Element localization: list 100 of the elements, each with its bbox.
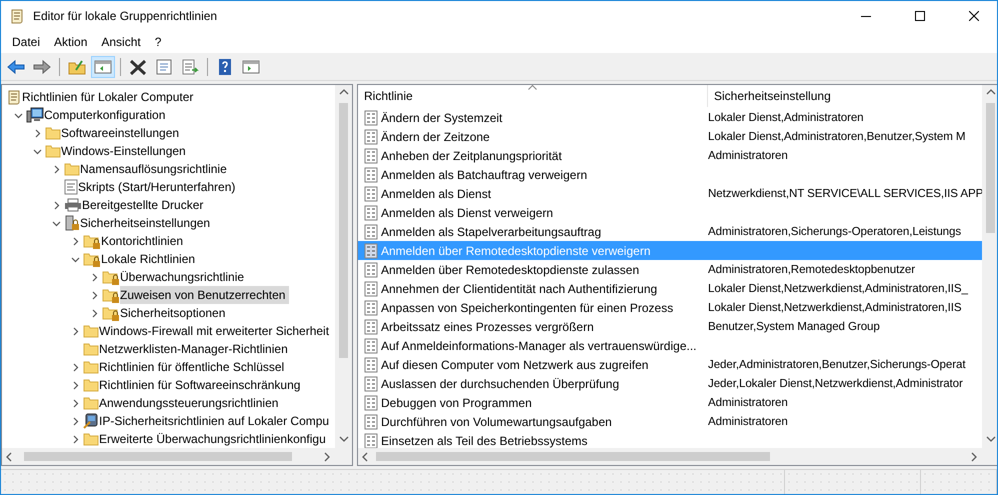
policy-row[interactable]: Anmelden über Remotedesktopdienste zulassen Administratoren,Remotedesktopbenutzer (358, 260, 982, 279)
chevron-down-icon[interactable] (70, 254, 80, 264)
table-cell-text: Administratoren (708, 396, 789, 409)
delete-icon (129, 58, 147, 76)
policy-row[interactable]: Anmelden als Stapelverarbeitungsauftrag Administratoren,Sicherungs-Operatoren,Leistungs (358, 222, 982, 241)
policy-row[interactable]: Auf Anmeldeinformations-Manager als vertrauenswürdige... (358, 336, 982, 355)
maximize-icon (915, 11, 925, 21)
policy-row[interactable]: Auslassen der durchsuchenden Überprüfung Jeder,Lokaler Dienst,Netzwerkdienst,Administrator (358, 374, 982, 393)
tree-item[interactable]: IP-Sicherheitsrichtlinien auf Lokaler Compu (99, 412, 334, 430)
chevron-down-icon[interactable] (14, 110, 22, 120)
policy-row[interactable]: Durchführen von Volumewartungsaufgaben Administratoren (358, 412, 982, 431)
tree-item[interactable]: Überwachungsrichtlinie (120, 268, 248, 286)
scroll-icon (6, 89, 22, 105)
table-cell: Auf diesen Computer vom Netzwerk aus zugreifen (381, 358, 648, 372)
tree-item[interactable]: Richtlinien für Softwareeinschränkung (99, 376, 304, 394)
forward-arrow-icon (33, 58, 51, 76)
tree-item[interactable]: Zuweisen von Benutzerrechten (120, 286, 290, 304)
vertical-scrollbar[interactable] (335, 85, 352, 448)
chevron-right-icon[interactable] (32, 128, 42, 138)
tree-item[interactable]: Sicherheitseinstellungen (80, 214, 214, 232)
policy-row[interactable]: Ändern der Systemzeit Lokaler Dienst,Administratoren (358, 108, 982, 127)
horizontal-scrollbar[interactable] (358, 448, 982, 465)
table-cell: Anpassen von Speicherkontingenten für einen Prozess (381, 300, 674, 314)
chevron-right-icon[interactable] (90, 308, 98, 318)
policy-row[interactable]: Anheben der Zeitplanungspriorität Administratoren (358, 146, 982, 165)
chevron-right-icon[interactable] (90, 290, 98, 300)
table-cell-text: Lokaler Dienst,Netzwerkdienst,Administratoren,IIS (708, 301, 962, 314)
chevron-right-icon[interactable] (52, 200, 60, 210)
chevron-right-icon[interactable] (70, 434, 80, 444)
scrollbar-thumb[interactable] (24, 452, 292, 461)
tree-item[interactable]: Kontorichtlinien (101, 232, 188, 250)
tree-item[interactable]: Sicherheitsoptionen (120, 304, 230, 322)
table-cell: Anmelden über Remotedesktopdienste verweigern (381, 244, 650, 258)
policy-setting-icon (364, 204, 378, 220)
policy-row[interactable]: Annehmen der Clientidentität nach Authentifizierung Lokaler Dienst,Netzwerkdienst,Administratoren,IIS_ (358, 279, 982, 298)
network-security-icon (83, 413, 99, 429)
table-cell-text: Administratoren (708, 415, 789, 428)
chevron-right-icon[interactable] (70, 416, 80, 426)
tree-item[interactable]: Richtlinien für öffentliche Schlüssel (99, 358, 288, 376)
horizontal-scrollbar[interactable] (2, 448, 335, 465)
policy-row[interactable]: Arbeitssatz eines Prozesses vergrößern Benutzer,System Managed Group (358, 317, 982, 336)
scroll-right-icon[interactable] (969, 452, 979, 462)
vertical-scrollbar[interactable] (982, 85, 997, 448)
printer-icon (64, 198, 82, 212)
tree-item[interactable]: Netzwerklisten-Manager-Richtlinien (99, 340, 292, 358)
table-cell-text: Lokaler Dienst,Administratoren (708, 111, 865, 124)
close-icon (969, 11, 979, 21)
column-header[interactable]: Richtlinie (358, 85, 708, 107)
tree-item[interactable]: Lokale Richtlinien (101, 250, 200, 268)
policy-row[interactable]: Einsetzen als Teil des Betriebssystems (358, 431, 982, 448)
folder-icon (64, 162, 80, 176)
locked-folder-icon (102, 270, 120, 284)
tree-item[interactable]: Erweiterte Überwachungsrichtlinienkonfigu (99, 430, 330, 448)
policy-row[interactable]: Anmelden als Dienst verweigern (358, 203, 982, 222)
policy-setting-icon (364, 376, 378, 392)
tree-item[interactable]: Namensauflösungsrichtlinie (80, 160, 231, 178)
tree-item[interactable]: Windows-Einstellungen (61, 142, 190, 160)
menu-item[interactable]: Ansicht (94, 35, 148, 49)
policy-row[interactable]: Debuggen von Programmen Administratoren (358, 393, 982, 412)
policy-setting-icon (364, 186, 378, 202)
folder-icon (45, 126, 61, 140)
chevron-right-icon[interactable] (70, 362, 80, 372)
table-cell: Ändern der Zeitzone (381, 130, 490, 144)
chevron-down-icon[interactable] (32, 146, 42, 156)
policy-row[interactable]: Anpassen von Speicherkontingenten für einen Prozess Lokaler Dienst,Netzwerkdienst,Administratoren,IIS (358, 298, 982, 317)
table-cell: Annehmen der Clientidentität nach Authentifizierung (381, 282, 658, 296)
tree-item[interactable]: Richtlinien für Lokaler Computer (22, 88, 198, 106)
policy-setting-icon (364, 166, 378, 182)
policy-row[interactable]: Auf diesen Computer vom Netzwerk aus zugreifen Jeder,Administratoren,Benutzer,Sicherungs-Operat (358, 355, 982, 374)
scrollbar-thumb[interactable] (339, 103, 348, 358)
chevron-right-icon[interactable] (52, 164, 60, 174)
menu-item[interactable]: ? (148, 35, 168, 49)
folder-up-icon (68, 58, 86, 76)
policy-setting-icon (364, 300, 378, 316)
chevron-right-icon[interactable] (70, 326, 80, 336)
chevron-right-icon[interactable] (90, 272, 98, 282)
chevron-right-icon[interactable] (70, 236, 80, 246)
tree-item[interactable]: Bereitgestellte Drucker (82, 196, 208, 214)
policy-setting-icon (364, 356, 378, 372)
tree-item[interactable]: Windows-Firewall mit erweiterter Sicherheit (99, 322, 334, 340)
chevron-right-icon[interactable] (70, 398, 80, 408)
folder-icon (83, 342, 99, 356)
policy-row[interactable]: Ändern der Zeitzone Lokaler Dienst,Administratoren,Benutzer,System M (358, 127, 982, 146)
table-cell: Anmelden über Remotedesktopdienste zulassen (381, 262, 640, 276)
menu-item[interactable]: Datei (5, 35, 48, 49)
script-icon (64, 179, 78, 195)
chevron-down-icon[interactable] (52, 218, 60, 228)
tree-item[interactable]: Computerkonfiguration (44, 106, 170, 124)
scrollbar-thumb[interactable] (376, 452, 770, 461)
chevron-right-icon[interactable] (70, 380, 80, 390)
policy-setting-icon (364, 318, 378, 334)
table-cell: Anmelden als Dienst verweigern (381, 206, 554, 220)
tree-item[interactable]: Anwendungssteuerungsrichtlinien (99, 394, 282, 412)
scroll-right-icon[interactable] (322, 452, 332, 462)
policy-setting-icon (364, 280, 378, 296)
tree-item[interactable]: Skripts (Start/Herunterfahren) (78, 178, 240, 196)
policy-row[interactable]: Anmelden als Batchauftrag verweigern (358, 165, 982, 184)
menu-item[interactable]: Aktion (47, 35, 94, 49)
scrollbar-thumb[interactable] (986, 103, 995, 233)
tree-item[interactable]: Softwareeinstellungen (61, 124, 184, 142)
